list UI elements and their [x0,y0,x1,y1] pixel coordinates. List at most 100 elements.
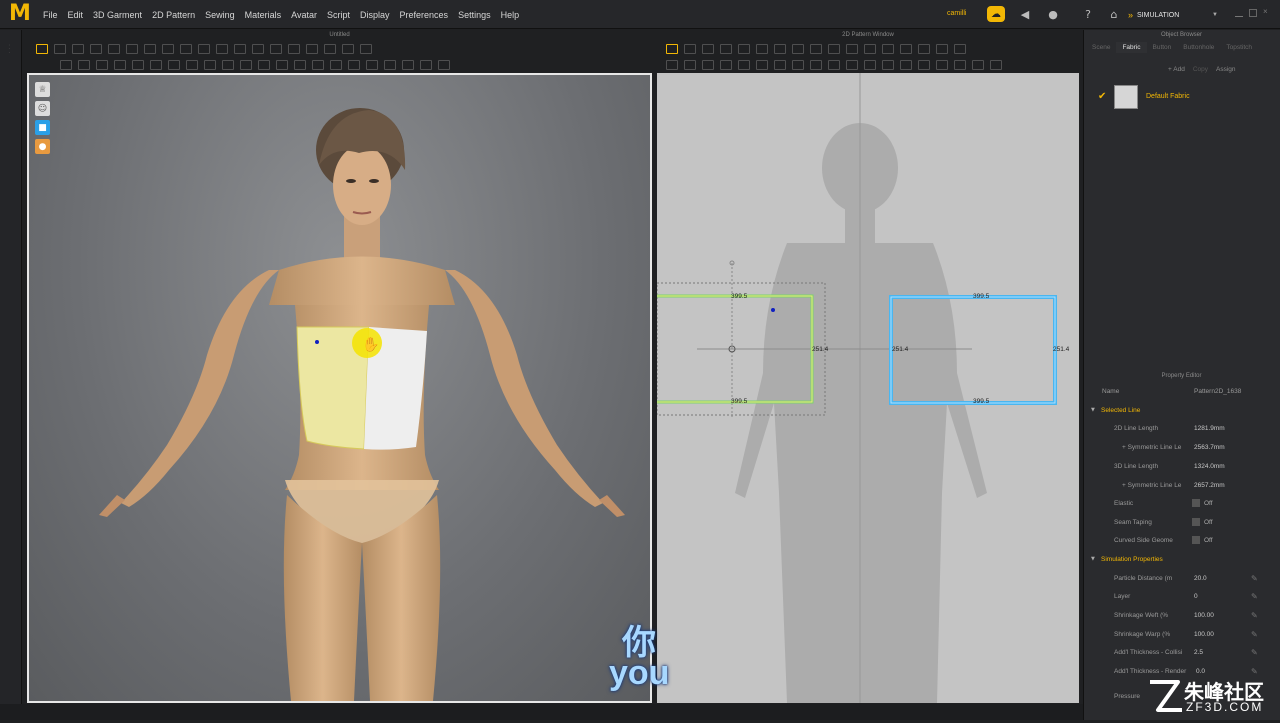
tool-icon[interactable] [738,60,750,70]
menu-2d-pattern[interactable]: 2D Pattern [152,10,195,20]
avatar-display-icon[interactable]: ☺ [35,101,50,116]
tool-icon[interactable] [402,60,414,70]
tool-icon[interactable] [306,44,318,54]
speaker-icon[interactable]: ◀ [1017,6,1033,22]
tab-fabric[interactable]: Fabric [1116,42,1147,53]
menu-materials[interactable]: Materials [245,10,282,20]
property-value[interactable]: 2563.7mm [1194,444,1225,451]
user-icon[interactable]: ● [1045,6,1061,22]
tool-icon[interactable] [900,60,912,70]
tool-icon[interactable] [294,60,306,70]
tool-icon[interactable] [180,44,192,54]
property-value[interactable]: 0 [1194,593,1198,600]
tool-icon[interactable] [882,44,894,54]
menu-script[interactable]: Script [327,10,350,20]
tool-icon[interactable] [162,44,174,54]
view2d-viewport[interactable]: 399.5 399.5 251.4 399.5 399.5 251.4 251.… [657,73,1079,703]
tool-icon[interactable] [240,60,252,70]
tab-buttonhole[interactable]: Buttonhole [1177,42,1220,53]
tool-icon[interactable] [972,60,984,70]
view3d-viewport[interactable]: ✋ [27,73,652,703]
tool-icon[interactable] [774,60,786,70]
tool-icon[interactable] [846,44,858,54]
tool-icon[interactable] [720,60,732,70]
tool-icon[interactable] [222,60,234,70]
menu-sewing[interactable]: Sewing [205,10,235,20]
tool-icon[interactable] [756,60,768,70]
select-tool-icon[interactable] [666,44,678,54]
tool-icon[interactable] [684,44,696,54]
property-value[interactable]: 100.00 [1194,612,1214,619]
tool-icon[interactable] [216,44,228,54]
tool-icon[interactable] [366,60,378,70]
tool-icon[interactable] [108,44,120,54]
edit-icon[interactable]: ✎ [1251,574,1258,583]
property-value[interactable]: 20.0 [1194,575,1207,582]
tool-icon[interactable] [702,44,714,54]
tool-icon[interactable] [276,60,288,70]
tool-icon[interactable] [438,60,450,70]
tool-icon[interactable] [78,60,90,70]
tool-icon[interactable] [288,44,300,54]
edit-icon[interactable]: ✎ [1251,648,1258,657]
checkbox[interactable] [1192,536,1200,544]
tool-icon[interactable] [150,60,162,70]
tool-icon[interactable] [54,44,66,54]
tool-icon[interactable] [954,60,966,70]
menu-help[interactable]: Help [501,10,520,20]
tool-icon[interactable] [234,44,246,54]
tool-icon[interactable] [828,44,840,54]
edit-icon[interactable]: ✎ [1251,630,1258,639]
add-button[interactable]: + Add [1168,66,1185,73]
property-value[interactable]: Pattern2D_1638 [1194,388,1241,395]
tool-icon[interactable] [936,44,948,54]
tool-icon[interactable] [792,44,804,54]
tool-icon[interactable] [756,44,768,54]
tool-icon[interactable] [348,60,360,70]
property-value[interactable]: 2.5 [1194,649,1203,656]
help-icon[interactable]: ? [1080,6,1096,22]
tab-button[interactable]: Button [1147,42,1178,53]
tool-icon[interactable] [186,60,198,70]
property-value[interactable]: 1281.9mm [1194,425,1225,432]
garment-display-icon[interactable]: ♕ [35,82,50,97]
fabric-list-item[interactable]: ✔ Default Fabric [1090,84,1278,110]
menu-file[interactable]: File [43,10,58,20]
arrow-tool-icon[interactable] [36,44,48,54]
fabric-display-icon[interactable]: ■ [35,120,50,135]
tool-icon[interactable] [324,44,336,54]
checkbox[interactable] [1192,499,1200,507]
menu-avatar[interactable]: Avatar [291,10,317,20]
tool-icon[interactable] [258,60,270,70]
tool-icon[interactable] [954,44,966,54]
tool-icon[interactable] [936,60,948,70]
close-icon[interactable]: × [1263,8,1271,17]
tool-icon[interactable] [864,60,876,70]
menu-edit[interactable]: Edit [68,10,84,20]
tool-icon[interactable] [126,44,138,54]
tool-icon[interactable] [72,44,84,54]
skin-display-icon[interactable]: ● [35,139,50,154]
copy-button[interactable]: Copy [1193,66,1208,73]
section-selected-line[interactable]: Selected Line [1086,402,1276,420]
tool-icon[interactable] [360,44,372,54]
tool-icon[interactable] [90,44,102,54]
tool-icon[interactable] [60,60,72,70]
tool-icon[interactable] [702,60,714,70]
tool-icon[interactable] [204,60,216,70]
menu-3d-garment[interactable]: 3D Garment [93,10,142,20]
tool-icon[interactable] [384,60,396,70]
tool-icon[interactable] [828,60,840,70]
tool-icon[interactable] [720,44,732,54]
tool-icon[interactable] [132,60,144,70]
tool-icon[interactable] [738,44,750,54]
cloud-icon[interactable]: ☁ [987,6,1005,22]
tool-icon[interactable] [882,60,894,70]
edit-icon[interactable]: ✎ [1251,592,1258,601]
menu-settings[interactable]: Settings [458,10,491,20]
tool-icon[interactable] [684,60,696,70]
tool-icon[interactable] [774,44,786,54]
tool-icon[interactable] [666,60,678,70]
tool-icon[interactable] [198,44,210,54]
tool-icon[interactable] [990,60,1002,70]
